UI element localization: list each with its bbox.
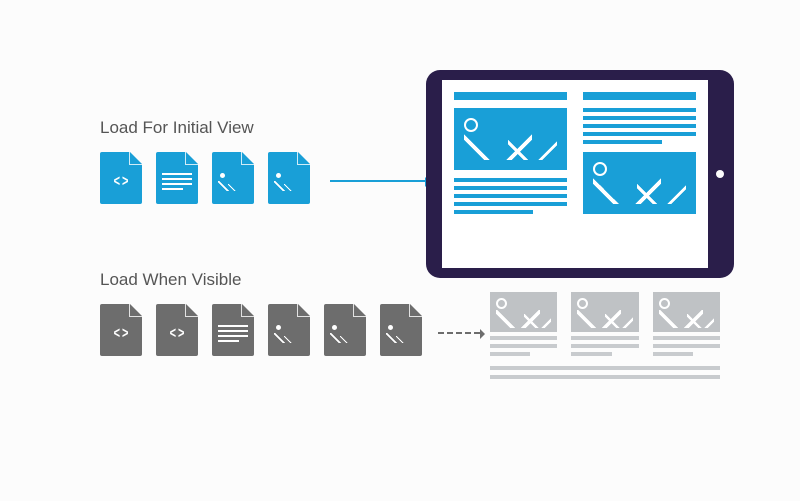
thumbnail-row — [490, 292, 720, 356]
file-text-icon — [212, 304, 254, 356]
arrow-initial-load-icon — [330, 180, 425, 182]
paragraph-lines — [583, 108, 696, 144]
file-image-icon — [324, 304, 366, 356]
placeholder-lines — [571, 336, 638, 356]
file-image-icon — [268, 304, 310, 356]
tablet-screen-viewport — [442, 80, 708, 268]
hero-image-icon — [454, 108, 567, 170]
placeholder-lines — [653, 336, 720, 356]
home-button-icon — [716, 170, 724, 178]
heading-bar — [454, 92, 567, 100]
placeholder-lines — [490, 336, 557, 356]
file-text-icon — [156, 152, 198, 204]
lazy-card — [653, 292, 720, 356]
placeholder-image-icon — [571, 292, 638, 332]
lazy-card — [571, 292, 638, 356]
placeholder-image-icon — [653, 292, 720, 332]
file-image-icon — [212, 152, 254, 204]
arrow-lazy-load-icon — [438, 332, 480, 334]
file-image-icon — [380, 304, 422, 356]
placeholder-image-icon — [490, 292, 557, 332]
paragraph-lines — [454, 178, 567, 214]
below-fold-content — [490, 292, 720, 379]
heading-bar — [583, 92, 696, 100]
file-image-icon — [268, 152, 310, 204]
label-load-initial: Load For Initial View — [100, 118, 254, 138]
screen-col-right — [583, 92, 696, 256]
file-code-icon: <> — [100, 304, 142, 356]
file-code-icon: <> — [156, 304, 198, 356]
file-row-visible: <> <> — [100, 304, 422, 356]
placeholder-paragraph — [490, 366, 720, 379]
label-load-visible: Load When Visible — [100, 270, 241, 290]
file-code-icon: <> — [100, 152, 142, 204]
hero-image-icon — [583, 152, 696, 214]
lazy-card — [490, 292, 557, 356]
file-row-initial: <> — [100, 152, 310, 204]
tablet-device — [426, 70, 734, 278]
screen-col-left — [454, 92, 567, 256]
